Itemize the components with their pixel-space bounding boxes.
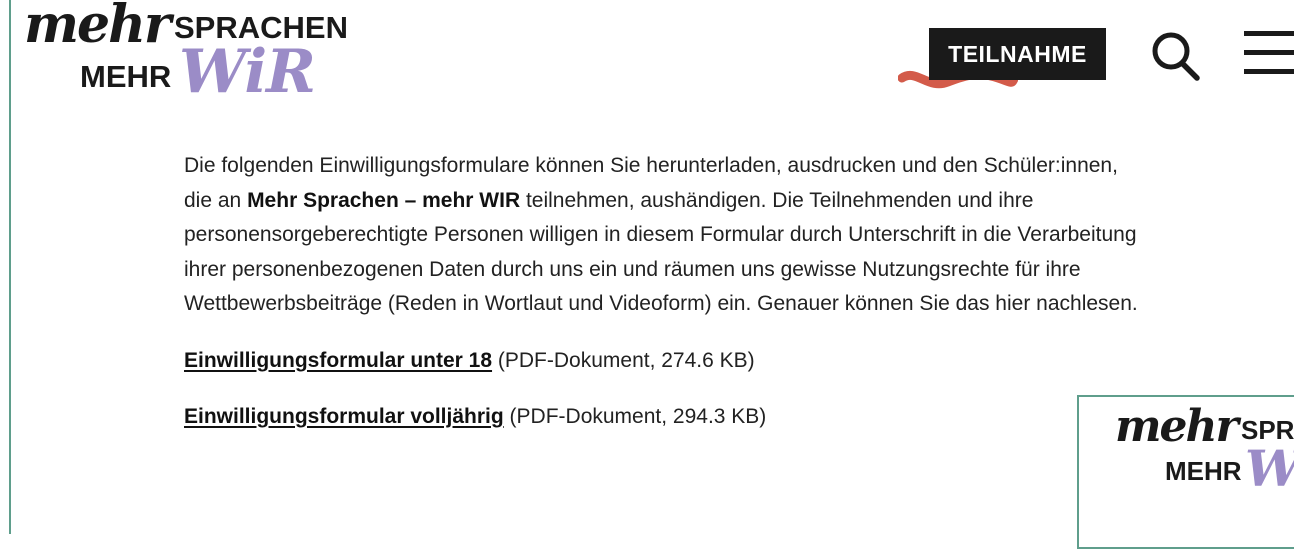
program-name: Mehr Sprachen – mehr WIR — [247, 188, 521, 212]
side-logo-wir: W — [1245, 439, 1294, 498]
download-item: Einwilligungsformular unter 18 (PDF-Doku… — [184, 344, 1144, 378]
site-logo[interactable]: mehr SPRACHEN MEHR WiR — [24, 0, 348, 107]
download-link-volljaehrig[interactable]: Einwilligungsformular volljährig — [184, 405, 504, 428]
menu-icon — [1244, 31, 1294, 74]
site-header: mehr SPRACHEN MEHR WiR TEILNAHME — [0, 0, 1294, 110]
side-logo-card: mehr SPR MEHR W — [1077, 395, 1294, 549]
search-icon — [1152, 32, 1200, 81]
logo-script-word: mehr — [24, 0, 171, 55]
side-logo-script-word: mehr — [1115, 401, 1239, 452]
logo-wir: WiR — [179, 37, 316, 107]
teilnahme-group: TEILNAHME — [898, 28, 1108, 98]
download-meta: (PDF-Dokument, 294.3 KB) — [503, 404, 767, 428]
side-logo-caps-bottom: MEHR — [1165, 456, 1242, 486]
search-button[interactable] — [1148, 29, 1202, 83]
logo-caps-bottom: MEHR — [80, 59, 172, 94]
main-content: Die folgenden Einwilligungsformulare kön… — [184, 149, 1144, 434]
download-meta: (PDF-Dokument, 274.6 KB) — [492, 348, 755, 372]
download-link-unter-18[interactable]: Einwilligungsformular unter 18 — [184, 349, 492, 372]
side-card-logo: mehr SPR MEHR W — [1115, 401, 1294, 509]
download-item: Einwilligungsformular volljährig (PDF-Do… — [184, 400, 1144, 434]
teilnahme-button[interactable]: TEILNAHME — [929, 28, 1106, 80]
intro-paragraph: Die folgenden Einwilligungsformulare kön… — [184, 149, 1144, 322]
menu-button[interactable] — [1242, 28, 1294, 78]
